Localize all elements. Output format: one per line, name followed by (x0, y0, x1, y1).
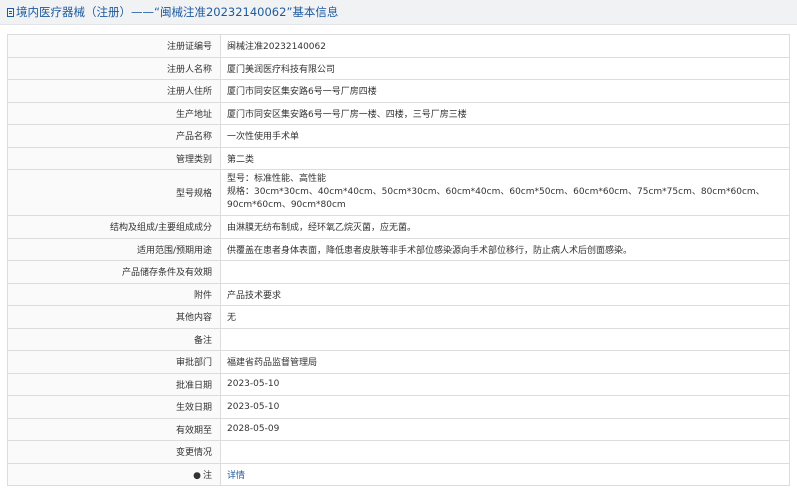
table-row: 生产地址 厦门市同安区集安路6号一号厂房一楼、四楼，三号厂房三楼 (7, 101, 790, 125)
table-row: 批准日期 2023-05-10 (7, 372, 790, 396)
field-label: 批准日期 (7, 372, 221, 396)
field-label: 审批部门 (7, 350, 221, 374)
table-row: 有效期至 2028-05-09 (7, 417, 790, 441)
info-icon: ● (193, 470, 201, 481)
field-label: 适用范围/预期用途 (7, 237, 221, 261)
field-value: 2023-05-10 (220, 372, 790, 396)
info-table: 注册证编号 闽械注准20232140062 注册人名称 厦门美润医疗科技有限公司… (7, 34, 790, 486)
table-row: ● 注 详情 (7, 462, 790, 486)
field-label: 型号规格 (7, 169, 221, 216)
field-value (220, 440, 790, 464)
field-label: 结构及组成/主要组成成分 (7, 215, 221, 239)
table-row: 审批部门 福建省药品监督管理局 (7, 350, 790, 374)
table-row: 生效日期 2023-05-10 (7, 395, 790, 419)
table-row: 产品名称 一次性使用手术单 (7, 124, 790, 148)
table-row: 产品储存条件及有效期 (7, 260, 790, 284)
field-label: 注册人住所 (7, 79, 221, 103)
field-label: 注册人名称 (7, 56, 221, 80)
table-row: 结构及组成/主要组成成分 由淋膜无纺布制成，经环氧乙烷灭菌，应无菌。 (7, 215, 790, 239)
table-row: 变更情况 (7, 440, 790, 464)
table-row: 注册证编号 闽械注准20232140062 (7, 34, 790, 58)
field-label: 变更情况 (7, 440, 221, 464)
table-row: 型号规格 型号：标准性能、高性能 规格：30cm*30cm、40cm*40cm、… (7, 169, 790, 216)
field-value: 由淋膜无纺布制成，经环氧乙烷灭菌，应无菌。 (220, 215, 790, 239)
field-label: 生效日期 (7, 395, 221, 419)
field-label: 生产地址 (7, 101, 221, 125)
page-header: 境内医疗器械（注册）——“闽械注准20232140062”基本信息 (0, 0, 797, 25)
field-value: 2028-05-09 (220, 417, 790, 441)
table-row: 其他内容 无 (7, 305, 790, 329)
field-value: 产品技术要求 (220, 282, 790, 306)
field-value: 无 (220, 305, 790, 329)
field-label: 注册证编号 (7, 34, 221, 58)
table-row: 注册人名称 厦门美润医疗科技有限公司 (7, 56, 790, 80)
field-value (220, 327, 790, 351)
field-label: 产品储存条件及有效期 (7, 260, 221, 284)
field-label: 备注 (7, 327, 221, 351)
field-value: 2023-05-10 (220, 395, 790, 419)
field-value: 详情 (220, 462, 790, 486)
field-value: 厦门美润医疗科技有限公司 (220, 56, 790, 80)
field-value: 第二类 (220, 146, 790, 170)
field-value: 供覆盖在患者身体表面，降低患者皮肤等非手术部位感染源向手术部位移行，防止病人术后… (220, 237, 790, 261)
field-value: 厦门市同安区集安路6号一号厂房四楼 (220, 79, 790, 103)
table-row: 适用范围/预期用途 供覆盖在患者身体表面，降低患者皮肤等非手术部位感染源向手术部… (7, 237, 790, 261)
field-value: 闽械注准20232140062 (220, 34, 790, 58)
field-value: 厦门市同安区集安路6号一号厂房一楼、四楼，三号厂房三楼 (220, 101, 790, 125)
document-icon (7, 7, 14, 17)
field-label: 产品名称 (7, 124, 221, 148)
page-title: 境内医疗器械（注册）——“闽械注准20232140062”基本信息 (16, 5, 339, 19)
field-label-note: ● 注 (7, 462, 221, 486)
table-row: 注册人住所 厦门市同安区集安路6号一号厂房四楼 (7, 79, 790, 103)
field-label: 有效期至 (7, 417, 221, 441)
field-label: 附件 (7, 282, 221, 306)
field-value: 一次性使用手术单 (220, 124, 790, 148)
model-line: 型号：标准性能、高性能 (227, 174, 327, 184)
field-label: 其他内容 (7, 305, 221, 329)
field-value (220, 260, 790, 284)
field-label: 管理类别 (7, 146, 221, 170)
spec-line: 规格：30cm*30cm、40cm*40cm、50cm*30cm、60cm*40… (227, 187, 765, 210)
field-value: 福建省药品监督管理局 (220, 350, 790, 374)
field-value: 型号：标准性能、高性能 规格：30cm*30cm、40cm*40cm、50cm*… (220, 169, 790, 216)
table-row: 附件 产品技术要求 (7, 282, 790, 306)
table-row: 管理类别 第二类 (7, 146, 790, 170)
details-link[interactable]: 详情 (227, 471, 245, 481)
table-row: 备注 (7, 327, 790, 351)
note-label: 注 (202, 470, 212, 481)
